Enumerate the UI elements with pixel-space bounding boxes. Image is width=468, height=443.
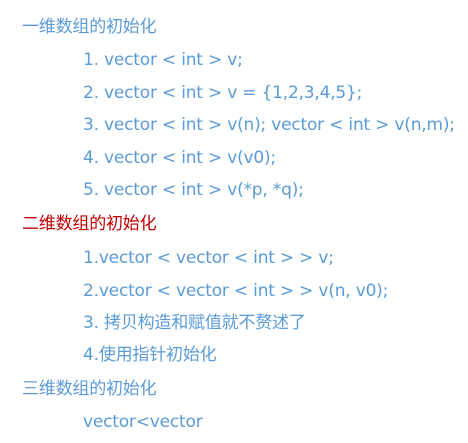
list-item: vector<vector xyxy=(83,412,203,432)
list-item: 1.vector < vector < int > > v; xyxy=(83,248,334,268)
section-heading-1d: 一维数组的初始化 xyxy=(22,17,157,37)
list-item: 2. vector < int > v = {1,2,3,4,5}; xyxy=(83,83,363,103)
list-item: 2.vector < vector < int > > v(n, v0); xyxy=(83,281,389,301)
list-item: 3. 拷贝构造和赋值就不赘述了 xyxy=(83,313,306,333)
section-heading-3d: 三维数组的初始化 xyxy=(22,379,157,399)
list-item: 4. vector < int > v(v0); xyxy=(83,148,276,168)
list-item: 3. vector < int > v(n); vector < int > v… xyxy=(83,115,455,135)
list-item: 4.使用指针初始化 xyxy=(83,345,217,365)
section-heading-2d: 二维数组的初始化 xyxy=(22,214,157,234)
list-item: 1. vector < int > v; xyxy=(83,50,243,70)
list-item: 5. vector < int > v(*p, *q); xyxy=(83,180,304,200)
document-body: 一维数组的初始化 1. vector < int > v; 2. vector … xyxy=(0,0,468,443)
